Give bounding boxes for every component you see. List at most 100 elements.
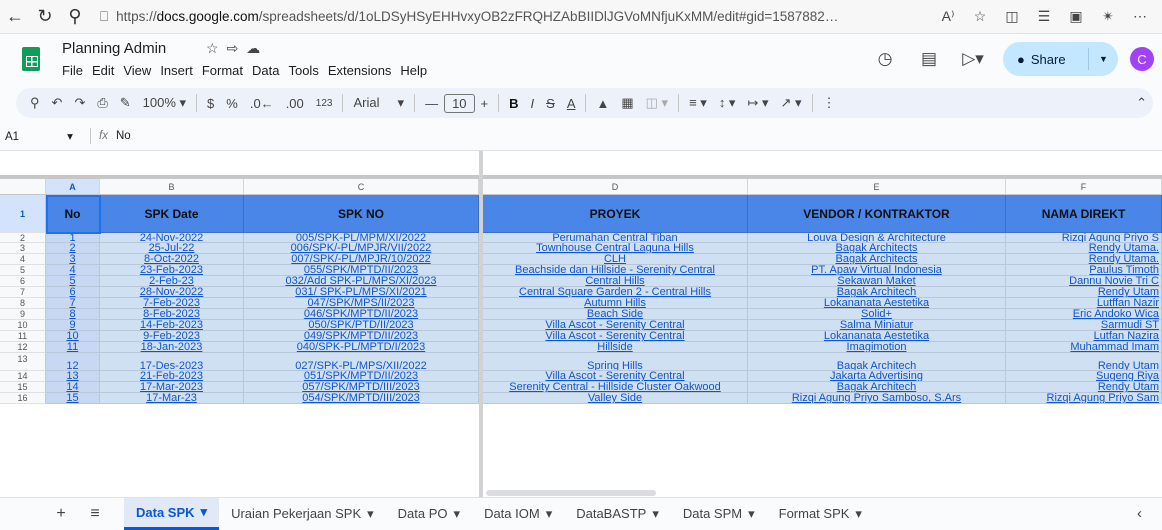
decrease-decimal-button[interactable]: .0← — [244, 96, 280, 111]
sheet-tab[interactable]: Format SPK ▾ — [767, 498, 874, 530]
table-cell[interactable]: Rendy Utam — [1006, 287, 1162, 298]
table-cell[interactable]: Bagak Architech — [748, 287, 1006, 298]
table-cell[interactable]: Dannu Novie Tri C — [1006, 276, 1162, 287]
table-cell[interactable]: Serenity Central - Hillside Cluster Oakw… — [483, 382, 748, 393]
tab-menu-icon[interactable]: ▾ — [367, 506, 374, 522]
favorites-list-icon[interactable]: ☰ — [1028, 8, 1060, 25]
sheet-tab[interactable]: Uraian Pekerjaan SPK ▾ — [219, 498, 386, 530]
table-cell[interactable]: 9-Feb-2023 — [100, 331, 244, 342]
table-cell[interactable]: Lutfan Nazira — [1006, 331, 1162, 342]
row-header[interactable]: 10 — [0, 320, 46, 331]
table-cell[interactable]: 3 — [46, 254, 100, 265]
row-header[interactable]: 12 — [0, 342, 46, 353]
header-cell-b[interactable]: SPK Date — [100, 195, 244, 233]
menu-format[interactable]: Format — [202, 63, 249, 78]
row-header[interactable]: 13 — [0, 353, 46, 371]
row-header[interactable]: 7 — [0, 287, 46, 298]
table-cell[interactable]: Rizqi Agung Priyo S — [1006, 233, 1162, 243]
meet-icon[interactable]: ▷▾ — [951, 49, 995, 69]
collapse-toolbar-icon[interactable]: ⌃ — [1130, 95, 1153, 111]
sheet-tab[interactable]: Data IOM ▾ — [472, 498, 564, 530]
table-cell[interactable]: 25-Jul-22 — [100, 243, 244, 254]
strikethrough-button[interactable]: S — [540, 96, 561, 111]
read-aloud-icon[interactable]: A⁾ — [932, 8, 964, 25]
table-cell[interactable]: Louva Design & Architecture — [748, 233, 1006, 243]
favorite-icon[interactable]: ☆ — [964, 8, 996, 25]
header-cell-f[interactable]: NAMA DIREKT — [1006, 195, 1162, 233]
paint-format-icon[interactable]: ✎ — [114, 95, 137, 111]
table-cell[interactable]: 040/SPK-PL/MPTD/I/2023 — [244, 342, 479, 353]
back-icon[interactable]: ← — [0, 2, 30, 32]
menu-edit[interactable]: Edit — [92, 63, 120, 78]
print-icon[interactable]: ⎙ — [91, 95, 113, 111]
more-icon[interactable]: ⋯ — [1124, 8, 1156, 25]
table-cell[interactable]: Muhammad Imam — [1006, 342, 1162, 353]
sheet-tab[interactable]: Data SPK ▾ — [124, 497, 220, 530]
menu-view[interactable]: View — [123, 63, 157, 78]
table-cell[interactable]: 047/SPK/MPS/II/2023 — [244, 298, 479, 309]
increase-decimal-button[interactable]: .00 — [280, 96, 310, 111]
menu-help[interactable]: Help — [400, 63, 433, 78]
table-cell[interactable]: Bagak Architech — [748, 353, 1006, 371]
comments-icon[interactable]: ▤ — [907, 49, 951, 69]
avatar[interactable]: C — [1130, 47, 1154, 71]
table-cell[interactable]: 005/SPK-PL/MPM/XI/2022 — [244, 233, 479, 243]
table-cell[interactable]: Lutffan Nazir — [1006, 298, 1162, 309]
bold-button[interactable]: B — [503, 96, 524, 111]
menu-tools[interactable]: Tools — [288, 63, 324, 78]
column-header-b[interactable]: B — [100, 179, 244, 195]
table-cell[interactable]: Villa Ascot - Serenity Central — [483, 320, 748, 331]
table-cell[interactable]: Beach Side — [483, 309, 748, 320]
all-sheets-icon[interactable]: ≡ — [78, 505, 112, 523]
header-cell-d[interactable]: PROYEK — [483, 195, 748, 233]
tab-menu-icon[interactable]: ▾ — [652, 506, 659, 522]
table-cell[interactable]: 14 — [46, 382, 100, 393]
row-header[interactable]: 5 — [0, 265, 46, 276]
table-cell[interactable]: Bagak Architects — [748, 243, 1006, 254]
table-cell[interactable]: 7-Feb-2023 — [100, 298, 244, 309]
table-cell[interactable]: Beachside dan Hillside - Serenity Centra… — [483, 265, 748, 276]
italic-button[interactable]: I — [525, 96, 541, 111]
table-cell[interactable]: 007/SPK/-PL/MPJR/10/2022 — [244, 254, 479, 265]
header-cell-c[interactable]: SPK NO — [244, 195, 479, 233]
row-header[interactable]: 1 — [0, 195, 46, 233]
table-cell[interactable]: Townhouse Central Laguna Hills — [483, 243, 748, 254]
percent-button[interactable]: % — [220, 96, 244, 111]
font-size-input[interactable]: 10 — [444, 93, 475, 113]
spreadsheet-grid[interactable]: A B C D E F 1 No SPK Date SPK NO PROYEK VENDOR / KO… — [0, 150, 1162, 497]
borders-icon[interactable]: ▦ — [615, 95, 639, 111]
table-cell[interactable]: 055/SPK/MPTD/II/2023 — [244, 265, 479, 276]
table-cell[interactable]: Lokananata Aestetika — [748, 298, 1006, 309]
column-header-a[interactable]: A — [46, 179, 100, 195]
move-icon[interactable]: ⇨ — [227, 40, 247, 56]
sheet-tab[interactable]: DataBASTP ▾ — [564, 498, 671, 530]
column-header-f[interactable]: F — [1006, 179, 1162, 195]
table-cell[interactable]: Central Square Garden 2 - Central Hills — [483, 287, 748, 298]
collections-icon[interactable]: ▣ — [1060, 8, 1092, 25]
row-header[interactable]: 11 — [0, 331, 46, 342]
table-cell[interactable]: 13 — [46, 371, 100, 382]
table-cell[interactable]: 057/SPK/MPTD/III/2023 — [244, 382, 479, 393]
column-header-d[interactable]: D — [483, 179, 748, 195]
table-cell[interactable]: 6 — [46, 287, 100, 298]
row-header[interactable]: 6 — [0, 276, 46, 287]
sheet-tab[interactable]: Data PO ▾ — [386, 498, 472, 530]
add-sheet-button[interactable]: + — [44, 505, 78, 523]
sheet-tab[interactable]: Data SPM ▾ — [671, 498, 767, 530]
row-header[interactable]: 8 — [0, 298, 46, 309]
font-select[interactable]: Arial ▾ — [347, 95, 410, 111]
table-cell[interactable]: 15 — [46, 393, 100, 404]
table-cell[interactable]: 006/SPK/-PL/MPJR/VII/2022 — [244, 243, 479, 254]
number-format-button[interactable]: 123 — [310, 98, 339, 109]
table-cell[interactable]: 031/ SPK-PL/MPS/XI/2021 — [244, 287, 479, 298]
document-title[interactable]: Planning Admin — [62, 40, 166, 57]
table-cell[interactable]: 9 — [46, 320, 100, 331]
search-icon[interactable]: ⚲ — [60, 2, 90, 32]
table-cell[interactable]: Salma Miniatur — [748, 320, 1006, 331]
font-size-increase-button[interactable]: + — [475, 96, 495, 111]
table-cell[interactable]: 18-Jan-2023 — [100, 342, 244, 353]
table-cell[interactable]: 051/SPK/MPTD/II/2023 — [244, 371, 479, 382]
row-header[interactable]: 9 — [0, 309, 46, 320]
table-cell[interactable]: Central Hills — [483, 276, 748, 287]
cloud-status-icon[interactable]: ☁ — [246, 40, 268, 56]
